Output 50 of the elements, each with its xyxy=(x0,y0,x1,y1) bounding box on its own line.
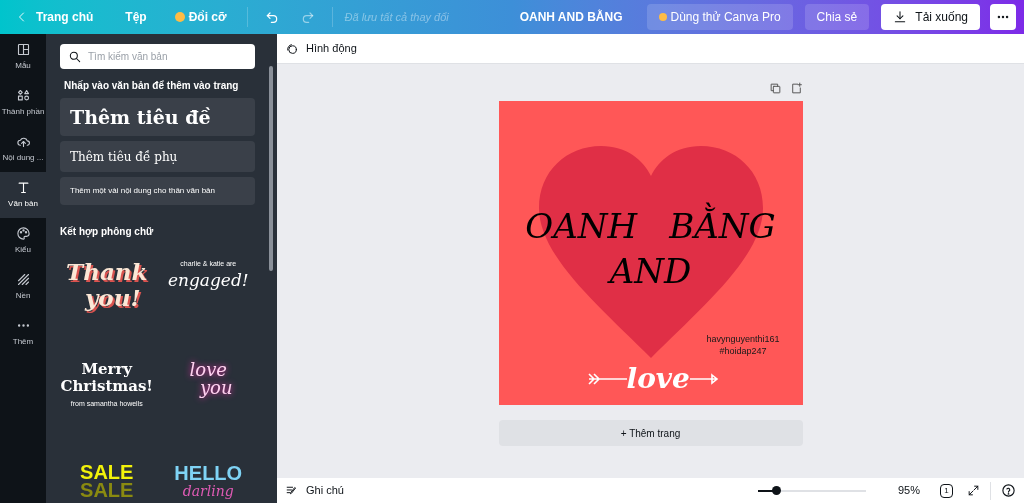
love-text: love xyxy=(626,363,690,395)
sidebar-item[interactable]: Văn bản xyxy=(0,172,46,218)
search-field[interactable]: Tìm kiếm văn bản xyxy=(60,44,255,69)
notes-button[interactable]: Ghi chú xyxy=(285,482,344,499)
arrow-head-icon xyxy=(689,373,720,385)
search-icon xyxy=(68,50,82,64)
download-button[interactable]: Tải xuống xyxy=(881,4,980,30)
page-count-button[interactable]: 1 xyxy=(940,483,953,498)
shapes-icon xyxy=(15,88,31,103)
section-heading: Nhấp vào văn bản để thêm vào trang xyxy=(63,79,240,93)
more-button[interactable] xyxy=(990,4,1016,30)
font-pairing-template[interactable]: HELLO darling xyxy=(161,451,255,503)
add-body-text-button[interactable]: Thêm một vài nội dung cho thân văn bản xyxy=(60,177,255,205)
share-button[interactable]: Chia sẻ xyxy=(804,4,870,30)
animate-button[interactable]: Hình động xyxy=(285,40,357,57)
stripes-icon xyxy=(15,272,31,287)
sidebar-item[interactable]: Kiểu xyxy=(0,218,46,264)
sidebar-item[interactable]: Mẫu xyxy=(0,34,46,80)
help-icon xyxy=(1001,483,1016,498)
help-button[interactable] xyxy=(1001,483,1016,498)
scrollbar-thumb[interactable] xyxy=(269,66,273,271)
add-page-button[interactable]: + Thêm trang xyxy=(498,420,803,446)
zoom-percentage: 95% xyxy=(896,483,920,499)
layout-icon xyxy=(15,42,31,57)
font-pairing-template[interactable]: love you xyxy=(161,349,255,445)
sidebar-item[interactable]: Thêm xyxy=(0,310,46,356)
font-pairing-template[interactable]: SALE SALE xyxy=(60,451,154,503)
credit-text: #hoidap247 xyxy=(719,345,767,357)
document-title: OANH AND BẰNG xyxy=(518,8,624,26)
font-pairing-template[interactable]: Thank you! xyxy=(60,247,154,343)
add-page-icon xyxy=(789,82,803,95)
animation-icon xyxy=(285,42,298,55)
design-text: OANH xyxy=(525,206,638,246)
save-status: Đã lưu tất cả thay đổi xyxy=(344,9,449,25)
arrow-tail-icon xyxy=(586,373,627,385)
add-subheading-button[interactable]: Thêm tiêu đề phụ xyxy=(60,141,255,172)
sidebar-item[interactable]: Nền xyxy=(0,264,46,310)
section-heading: Kết hợp phông chữ xyxy=(60,225,155,239)
credit-text: havynguyenthi161 xyxy=(706,333,780,345)
notes-icon xyxy=(285,484,298,497)
expand-icon xyxy=(967,484,980,497)
palette-icon xyxy=(15,226,31,241)
fullscreen-button[interactable] xyxy=(967,484,980,497)
sidebar-item[interactable]: Thành phần xyxy=(0,80,46,126)
sidebar-item[interactable]: Nội dung ... xyxy=(0,126,46,172)
add-heading-button[interactable]: Thêm tiêu đề xyxy=(60,98,255,136)
duplicate-icon xyxy=(768,82,782,95)
zoom-slider[interactable] xyxy=(758,489,866,492)
download-icon xyxy=(893,10,908,24)
design-text: AND xyxy=(609,251,692,291)
